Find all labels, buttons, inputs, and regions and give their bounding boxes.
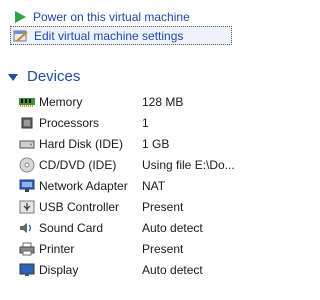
device-row-memory[interactable]: Memory 128 MB <box>17 91 245 112</box>
device-value: 1 <box>142 115 149 130</box>
power-on-label: Power on this virtual machine <box>33 9 190 24</box>
device-value: Auto detect <box>142 262 203 277</box>
device-value: 1 GB <box>142 136 170 151</box>
devices-section-header[interactable]: Devices <box>8 68 80 85</box>
collapse-triangle-icon[interactable] <box>8 74 18 81</box>
device-row-hard-disk[interactable]: Hard Disk (IDE) 1 GB <box>17 133 245 154</box>
settings-icon <box>11 28 31 44</box>
device-name: USB Controller <box>39 199 120 214</box>
device-row-display[interactable]: Display Auto detect <box>17 259 245 280</box>
device-row-network-adapter[interactable]: Network Adapter NAT <box>17 175 245 196</box>
device-row-processors[interactable]: Processors 1 <box>17 112 245 133</box>
device-row-cd-dvd[interactable]: CD/DVD (IDE) Using file E:\Do... <box>17 154 245 175</box>
device-value: NAT <box>142 178 166 193</box>
power-on-action[interactable]: Power on this virtual machine <box>10 7 230 26</box>
device-value: 128 MB <box>142 94 184 109</box>
device-name: Hard Disk (IDE) <box>39 136 124 151</box>
device-value: Auto detect <box>142 220 203 235</box>
printer-icon <box>17 241 37 257</box>
devices-section-title: Devices <box>27 68 81 85</box>
device-value: Present <box>142 199 184 214</box>
devices-list: Memory 128 MB Processors 1 Hard Disk (ID… <box>17 91 245 280</box>
network-adapter-icon <box>17 178 37 194</box>
device-row-printer[interactable]: Printer Present <box>17 238 245 259</box>
edit-settings-action[interactable]: Edit virtual machine settings <box>10 26 232 45</box>
device-name: Processors <box>39 115 100 130</box>
cd-dvd-icon <box>17 157 37 173</box>
device-name: Printer <box>39 241 75 256</box>
play-icon <box>10 9 30 25</box>
device-name: Network Adapter <box>39 178 128 193</box>
device-value: Using file E:\Do... <box>142 157 235 172</box>
sound-card-icon <box>17 220 37 236</box>
device-row-sound-card[interactable]: Sound Card Auto detect <box>17 217 245 238</box>
hard-disk-icon <box>17 136 37 152</box>
device-name: Sound Card <box>39 220 104 235</box>
processor-icon <box>17 115 37 131</box>
device-row-usb-controller[interactable]: USB Controller Present <box>17 196 245 217</box>
edit-settings-label: Edit virtual machine settings <box>34 28 184 43</box>
device-name: Memory <box>39 94 83 109</box>
display-icon <box>17 262 37 278</box>
device-name: Display <box>39 262 79 277</box>
device-value: Present <box>142 241 184 256</box>
device-name: CD/DVD (IDE) <box>39 157 117 172</box>
usb-controller-icon <box>17 199 37 215</box>
memory-icon <box>17 94 37 110</box>
